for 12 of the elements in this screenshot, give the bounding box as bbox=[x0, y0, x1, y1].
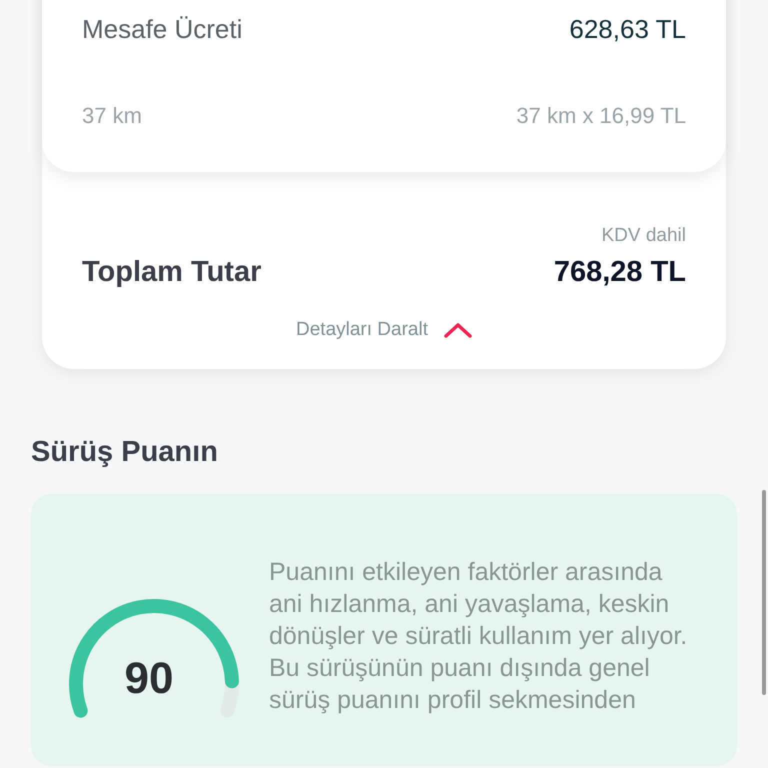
calculation-text: 37 km x 16,99 TL bbox=[516, 102, 686, 130]
total-amount: 768,28 TL bbox=[554, 254, 686, 290]
chevron-up-icon bbox=[444, 322, 472, 338]
score-value: 90 bbox=[124, 653, 174, 705]
fare-amount: 628,63 TL bbox=[569, 13, 686, 46]
section-title: Sürüş Puanın bbox=[31, 434, 219, 470]
fare-label: Mesafe Ücreti bbox=[82, 13, 242, 46]
collapse-details-button[interactable]: Detayları Daralt bbox=[296, 316, 472, 344]
score-description: Puanını etkileyen faktörler arasında ani hızlanma, ani yavaşlama, keskin dönüşler ve süratli kullanım yer alıyor. Bu sürüşünün puanı dışında genel sürüş puanını profil sekmesinden bbox=[269, 557, 688, 716]
tax-note: KDV dahil bbox=[602, 224, 686, 248]
distance-text: 37 km bbox=[82, 102, 142, 130]
total-label: Toplam Tutar bbox=[82, 254, 262, 290]
